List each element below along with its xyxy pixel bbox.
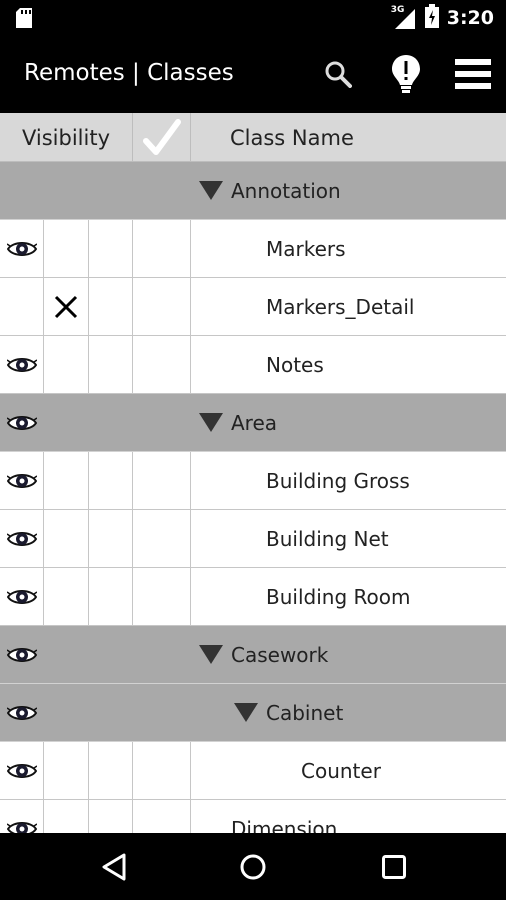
table-row[interactable]: Building Net xyxy=(0,510,506,568)
app-bar: Remotes | Classes xyxy=(0,36,506,113)
class-name: Markers xyxy=(266,236,346,261)
eye-icon xyxy=(6,531,37,546)
class-name: Counter xyxy=(301,758,381,783)
expand-triangle-icon[interactable] xyxy=(199,645,223,664)
page-title: Remotes | Classes xyxy=(24,60,234,86)
menu-icon[interactable] xyxy=(454,52,492,96)
eye-icon xyxy=(6,763,37,778)
recents-icon[interactable] xyxy=(374,849,414,885)
visibility-toggle[interactable] xyxy=(0,336,44,393)
expand-triangle-icon[interactable] xyxy=(199,181,223,200)
table-row[interactable]: Notes xyxy=(0,336,506,394)
search-icon[interactable] xyxy=(320,52,356,96)
group-row[interactable]: Casework xyxy=(0,626,506,684)
hidden-x-icon xyxy=(54,295,78,318)
hidden-toggle[interactable] xyxy=(44,800,89,833)
visibility-toggle[interactable] xyxy=(0,742,44,799)
visibility-toggle[interactable] xyxy=(0,394,44,451)
navigation-bar xyxy=(0,833,506,900)
eye-icon xyxy=(7,647,37,662)
visibility-toggle[interactable] xyxy=(0,626,44,683)
eye-icon xyxy=(7,415,37,430)
table-header: Visibility Class Name xyxy=(0,113,506,162)
class-name: Dimension xyxy=(231,816,338,834)
class-name: Building Gross xyxy=(266,468,410,493)
hidden-toggle[interactable] xyxy=(44,220,89,277)
eye-icon xyxy=(6,821,37,833)
hidden-toggle[interactable] xyxy=(44,568,89,625)
hidden-toggle[interactable] xyxy=(44,510,89,567)
visibility-toggle[interactable] xyxy=(0,568,44,625)
visibility-toggle[interactable] xyxy=(0,452,44,509)
group-row[interactable]: Area xyxy=(0,394,506,452)
visibility-toggle[interactable] xyxy=(0,510,44,567)
class-name: Area xyxy=(231,410,278,435)
class-list: Annotation Markers Markers_Detail Notes xyxy=(0,162,506,833)
eye-icon xyxy=(6,589,37,604)
hidden-toggle[interactable] xyxy=(44,742,89,799)
class-name: Annotation xyxy=(231,178,341,203)
back-icon[interactable] xyxy=(94,849,134,885)
table-row[interactable]: Building Gross xyxy=(0,452,506,510)
visibility-toggle[interactable] xyxy=(0,278,44,335)
class-name: Casework xyxy=(231,642,329,667)
select-all-check-icon[interactable] xyxy=(133,113,191,162)
class-name: Notes xyxy=(266,352,324,377)
eye-icon xyxy=(7,705,37,720)
eye-icon xyxy=(6,357,37,372)
class-name: Cabinet xyxy=(266,700,344,725)
sd-card-icon xyxy=(16,8,34,28)
class-name-header[interactable]: Class Name xyxy=(230,113,354,162)
group-row[interactable]: Cabinet xyxy=(0,684,506,742)
eye-icon xyxy=(6,241,37,256)
hidden-toggle[interactable] xyxy=(44,336,89,393)
table-row[interactable]: Markers xyxy=(0,220,506,278)
battery-icon xyxy=(424,4,439,32)
visibility-header[interactable]: Visibility xyxy=(0,113,133,162)
hidden-toggle[interactable] xyxy=(44,452,89,509)
table-row[interactable]: Markers_Detail xyxy=(0,278,506,336)
visibility-toggle[interactable] xyxy=(0,220,44,277)
table-row[interactable]: Building Room xyxy=(0,568,506,626)
lightbulb-icon[interactable] xyxy=(388,52,424,96)
visibility-toggle[interactable] xyxy=(0,800,44,833)
eye-icon xyxy=(6,473,37,488)
table-row[interactable]: Dimension xyxy=(0,800,506,833)
class-name: Building Net xyxy=(266,526,389,551)
hidden-toggle[interactable] xyxy=(44,278,89,335)
class-name: Building Room xyxy=(266,584,411,609)
clock: 3:20 xyxy=(446,7,494,29)
table-row[interactable]: Counter xyxy=(0,742,506,800)
visibility-toggle[interactable] xyxy=(0,684,44,741)
expand-triangle-icon[interactable] xyxy=(199,413,223,432)
status-bar: 3G 3:20 xyxy=(0,0,506,36)
group-row[interactable]: Annotation xyxy=(0,162,506,220)
class-name: Markers_Detail xyxy=(266,294,415,319)
signal-icon: 3G xyxy=(391,5,417,29)
expand-triangle-icon[interactable] xyxy=(234,703,258,722)
home-icon[interactable] xyxy=(233,849,273,885)
